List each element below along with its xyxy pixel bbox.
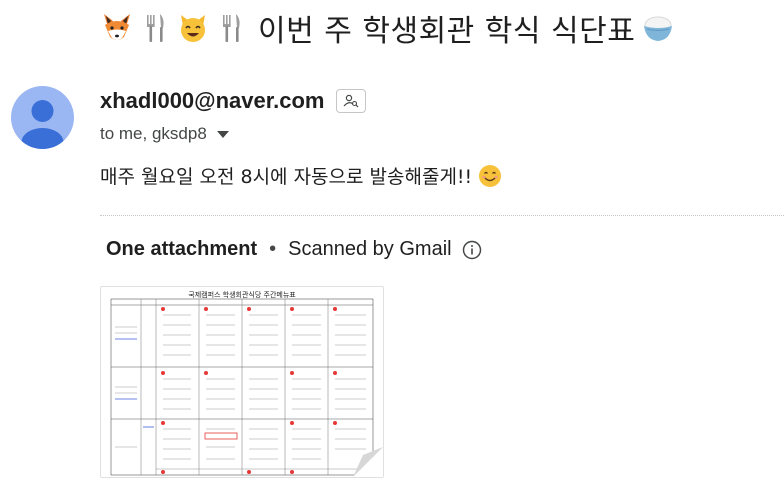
body-text: 매주 월요일 오전 8시에 자동으로 발송해줄게!! — [100, 166, 473, 188]
attachments-divider — [100, 215, 784, 216]
subject-text: 이번 주 학생회관 학식 식단표 — [258, 14, 636, 49]
fork-and-knife-icon — [147, 14, 164, 42]
menu-table-preview — [110, 298, 383, 477]
sender-avatar[interactable] — [11, 86, 74, 149]
attachments-count: One attachment — [106, 238, 258, 260]
rice-bowl-icon — [644, 16, 673, 41]
recipients-text: to me, gksdp8 — [100, 124, 207, 143]
info-icon[interactable] — [462, 240, 482, 260]
fork-and-knife-icon — [223, 14, 240, 42]
person-search-icon — [344, 94, 359, 108]
cat-face-icon — [181, 15, 205, 42]
scanned-label: Scanned by Gmail — [288, 238, 452, 260]
attachment-thumbnail[interactable]: 국제캠퍼스 학생회관식당 주간메뉴표 — [100, 286, 384, 478]
fox-face-icon — [104, 14, 130, 40]
attachments-header: One attachment • Scanned by Gmail — [106, 238, 482, 261]
sender-email[interactable]: xhadl000@naver.com — [100, 88, 324, 114]
chevron-down-icon[interactable] — [216, 130, 229, 138]
person-icon — [21, 100, 64, 149]
smiling-face-icon — [479, 164, 502, 187]
recipients-line[interactable]: to me, gksdp8 — [100, 124, 229, 144]
email-body: 매주 월요일 오전 8시에 자동으로 발송해줄게!! — [100, 162, 502, 189]
email-subject: 이번 주 학생회관 학식 식단표 — [100, 6, 679, 50]
contact-info-button[interactable] — [336, 89, 367, 113]
separator-dot: • — [269, 238, 277, 260]
sender-line: xhadl000@naver.com — [100, 88, 367, 114]
